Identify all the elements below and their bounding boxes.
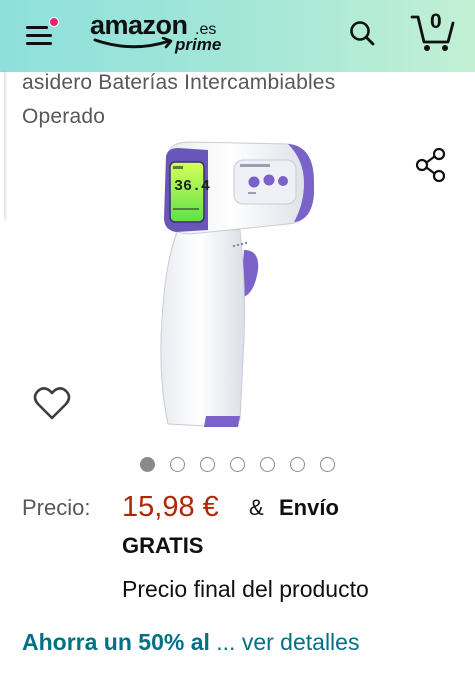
carousel-dot[interactable] xyxy=(140,457,155,472)
share-icon xyxy=(415,147,446,183)
thermometer-image: 36.4 xyxy=(160,141,314,427)
heart-icon xyxy=(33,387,71,420)
see-details-link[interactable]: ... ver detalles xyxy=(216,629,359,655)
cart-button[interactable]: 0 xyxy=(408,8,458,54)
price-label: Precio: xyxy=(22,495,91,520)
product-title: asidero Baterías Intercambiables Operado xyxy=(22,66,462,134)
carousel-dot[interactable] xyxy=(170,457,185,472)
menu-button[interactable] xyxy=(22,16,62,52)
carousel-dot[interactable] xyxy=(320,457,335,472)
cart-count: 0 xyxy=(430,10,442,33)
shipping-free-label: GRATIS xyxy=(122,533,204,558)
logo-prime: prime xyxy=(175,35,222,54)
final-price-note: Precio final del producto xyxy=(122,576,369,602)
share-button[interactable] xyxy=(412,145,452,185)
menu-bar-2 xyxy=(26,34,52,37)
menu-bar-3 xyxy=(26,42,52,45)
display-reading: 36.4 xyxy=(174,178,210,195)
image-carousel-indicator xyxy=(140,457,335,472)
side-drawer-tab[interactable] xyxy=(0,72,5,220)
menu-bar-1 xyxy=(26,26,48,29)
product-image[interactable]: 36.4 xyxy=(148,138,318,430)
search-icon xyxy=(350,21,375,46)
carousel-dot[interactable] xyxy=(260,457,275,472)
search-button[interactable] xyxy=(345,16,381,52)
carousel-dot[interactable] xyxy=(230,457,245,472)
carousel-dot[interactable] xyxy=(290,457,305,472)
product-title-line-2: Operado xyxy=(22,105,106,128)
price-amp: & xyxy=(249,495,264,520)
top-nav-bar: amazon .es prime 0 xyxy=(0,0,475,72)
amazon-prime-logo[interactable]: amazon .es prime xyxy=(90,10,230,60)
price-value: 15,98 € xyxy=(122,491,219,523)
logo-smile-icon xyxy=(93,37,173,49)
add-to-wishlist-button[interactable] xyxy=(30,383,74,423)
carousel-dot[interactable] xyxy=(200,457,215,472)
product-title-line-1: asidero Baterías Intercambiables xyxy=(22,71,336,94)
notification-dot-icon xyxy=(49,17,59,27)
savings-details-link[interactable]: Ahorra un 50% al ... ver detalles xyxy=(22,629,462,656)
savings-text: Ahorra un 50% al xyxy=(22,629,210,655)
shipping-label: Envío xyxy=(279,495,339,520)
